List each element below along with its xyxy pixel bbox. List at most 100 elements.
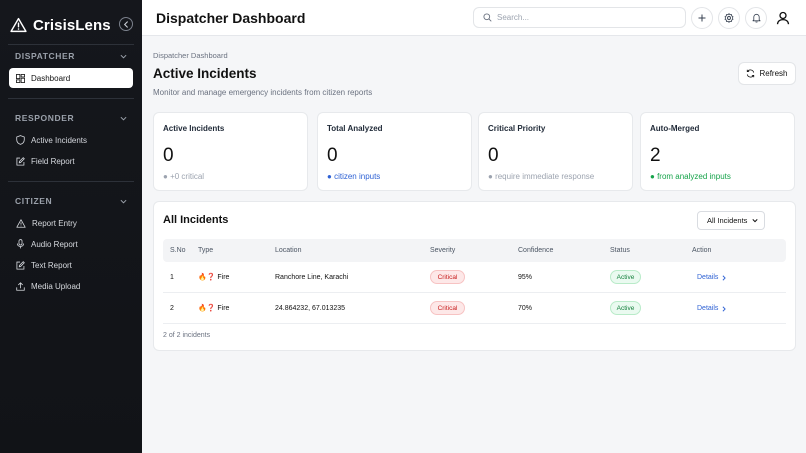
sidebar-item-text-report[interactable]: Text Report	[9, 255, 133, 275]
table-header: S.No Type Location Severity Confidence S…	[163, 239, 786, 262]
sidebar-item-active-incidents[interactable]: Active Incidents	[9, 130, 133, 150]
sidebar-item-label: Report Entry	[32, 218, 77, 228]
main-content: Dispatcher Dashboard Active Incidents Mo…	[142, 36, 806, 453]
column-header-action: Action	[692, 247, 712, 254]
cell-type-text: Fire	[217, 274, 230, 281]
stat-card-critical-priority: Critical Priority 0 ● require immediate …	[478, 112, 633, 191]
details-link[interactable]: Details	[697, 305, 727, 312]
user-icon	[776, 11, 790, 25]
stat-card-active-incidents: Active Incidents 0 ● +0 critical	[153, 112, 308, 191]
section-dispatcher[interactable]: DISPATCHER	[15, 50, 127, 62]
stat-value: 0	[163, 145, 174, 166]
details-label: Details	[697, 274, 719, 281]
section-citizen[interactable]: CITIZEN	[15, 195, 127, 207]
collapse-sidebar-button[interactable]	[119, 17, 133, 31]
status-badge: Active	[610, 270, 641, 284]
microphone-icon	[16, 239, 25, 249]
alert-triangle-logo-icon	[10, 17, 27, 34]
breadcrumb[interactable]: Dispatcher Dashboard	[153, 51, 228, 60]
chevron-down-icon	[120, 199, 127, 204]
column-header-location: Location	[275, 247, 302, 254]
stat-footnote-text: citizen inputs	[334, 172, 381, 181]
chevron-down-icon	[120, 116, 127, 121]
sidebar-item-dashboard[interactable]: Dashboard	[9, 68, 133, 88]
status-badge: Active	[610, 301, 641, 315]
sidebar-item-audio-report[interactable]: Audio Report	[9, 234, 133, 254]
refresh-button[interactable]: Refresh	[738, 62, 796, 85]
severity-badge: Critical	[430, 301, 465, 315]
cell-confidence: 70%	[518, 305, 533, 312]
cell-confidence: 95%	[518, 274, 533, 281]
edit-icon	[16, 156, 25, 166]
stat-label: Total Analyzed	[327, 124, 383, 133]
stat-footnote: ● +0 critical	[163, 172, 205, 181]
sidebar-item-label: Dashboard	[31, 73, 71, 83]
cell-location: 24.864232, 67.013235	[275, 305, 346, 312]
table-row[interactable]: 1 🔥❓ Fire Ranchore Line, Karachi Critica…	[163, 262, 786, 293]
sidebar-item-media-upload[interactable]: Media Upload	[9, 276, 133, 296]
top-header: Dispatcher Dashboard	[142, 0, 806, 36]
edit-icon	[16, 260, 25, 270]
cell-type-text: Fire	[217, 305, 230, 312]
header-title: Dispatcher Dashboard	[156, 10, 306, 26]
panel-title: All Incidents	[163, 214, 229, 226]
cell-sno: 2	[170, 305, 174, 312]
shield-icon	[16, 135, 25, 145]
section-responder[interactable]: RESPONDER	[15, 112, 127, 124]
stat-label: Auto-Merged	[650, 124, 700, 133]
sidebar-item-label: Media Upload	[31, 281, 81, 291]
stat-footnote-text: +0 critical	[170, 172, 205, 181]
fire-icon: 🔥❓	[198, 305, 216, 312]
plus-icon	[698, 14, 706, 22]
stat-card-auto-merged: Auto-Merged 2 ● from analyzed inputs	[640, 112, 795, 191]
settings-button[interactable]	[718, 7, 740, 29]
chevron-left-icon	[123, 20, 128, 28]
alert-triangle-icon	[16, 218, 26, 228]
divider	[8, 98, 134, 99]
stat-footnote-text: require immediate response	[495, 172, 595, 181]
table-row[interactable]: 2 🔥❓ Fire 24.864232, 67.013235 Critical …	[163, 293, 786, 324]
search-input[interactable]	[497, 13, 677, 22]
app-name: CrisisLens	[33, 16, 111, 34]
stat-card-total-analyzed: Total Analyzed 0 ● citizen inputs	[317, 112, 472, 191]
chevron-down-icon	[752, 219, 758, 223]
gear-icon	[724, 13, 734, 23]
refresh-label: Refresh	[759, 69, 788, 78]
sidebar-item-label: Active Incidents	[31, 135, 88, 145]
section-title: CITIZEN	[15, 196, 53, 206]
sidebar-item-field-report[interactable]: Field Report	[9, 151, 133, 171]
severity-badge: Critical	[430, 270, 465, 284]
add-button[interactable]	[691, 7, 713, 29]
stat-value: 2	[650, 145, 661, 166]
column-header-type: Type	[198, 247, 214, 254]
sidebar: CrisisLens DISPATCHER Dashboard RESPONDE…	[0, 0, 142, 453]
search-box[interactable]	[473, 7, 686, 28]
cell-location: Ranchore Line, Karachi	[275, 274, 349, 281]
notifications-button[interactable]	[745, 7, 767, 29]
stat-value: 0	[327, 145, 338, 166]
sidebar-item-label: Text Report	[31, 260, 72, 270]
page-title: Active Incidents	[153, 66, 257, 81]
chevron-down-icon	[120, 54, 127, 59]
incidents-panel: All Incidents All Incidents S.No Type Lo…	[153, 201, 796, 351]
section-title: RESPONDER	[15, 113, 75, 123]
stat-value: 0	[488, 145, 499, 166]
divider	[8, 44, 134, 45]
user-menu-button[interactable]	[772, 7, 794, 29]
page-subtitle: Monitor and manage emergency incidents f…	[153, 88, 373, 97]
chevron-right-icon	[722, 274, 727, 281]
search-icon	[483, 13, 492, 22]
column-header-sno: S.No	[170, 247, 186, 254]
stat-footnote-text: from analyzed inputs	[657, 172, 731, 181]
refresh-icon	[747, 69, 755, 78]
upload-icon	[16, 281, 25, 291]
incident-filter-select[interactable]: All Incidents	[697, 211, 765, 230]
bell-icon	[751, 13, 761, 23]
table-footer-count: 2 of 2 incidents	[163, 332, 211, 339]
sidebar-item-label: Audio Report	[31, 239, 78, 249]
brand[interactable]: CrisisLens	[10, 13, 134, 37]
stat-footnote: ● from analyzed inputs	[650, 172, 731, 181]
sidebar-item-report-entry[interactable]: Report Entry	[9, 213, 133, 233]
details-link[interactable]: Details	[697, 274, 727, 281]
filter-value: All Incidents	[707, 216, 748, 225]
